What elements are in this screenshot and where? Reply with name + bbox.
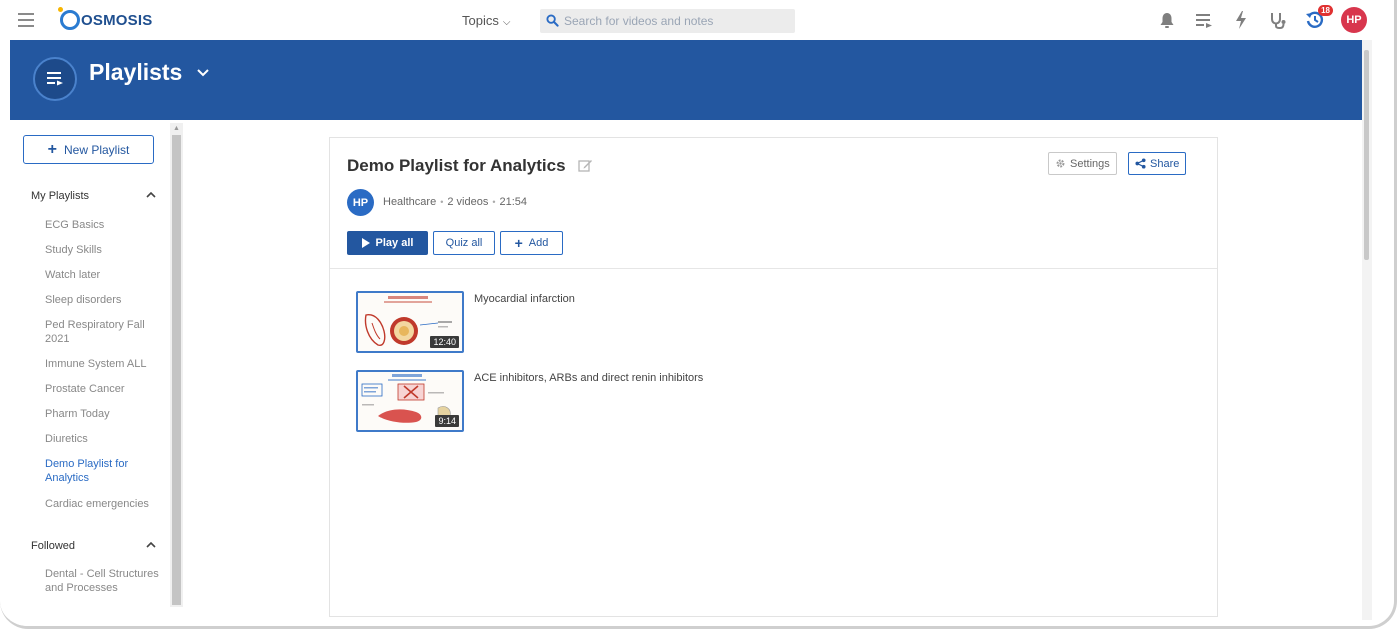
user-avatar[interactable]: HP	[1341, 7, 1367, 33]
quiz-all-label: Quiz all	[445, 237, 483, 249]
followed-header[interactable]: Followed	[31, 540, 156, 552]
add-label: Add	[528, 237, 549, 249]
video-title[interactable]: ACE inhibitors, ARBs and direct renin in…	[474, 372, 703, 384]
play-icon	[361, 238, 370, 248]
sidebar-item-watch-later[interactable]: Watch later	[45, 268, 165, 282]
logo-mark-icon	[58, 7, 80, 30]
sidebar-item-immune-system[interactable]: Immune System ALL	[45, 357, 165, 371]
sidebar-item-dental-cell[interactable]: Dental - Cell Structures and Processes	[45, 567, 165, 595]
app-window: OSMOSIS Topics⌵ 1	[0, 0, 1397, 629]
top-icon-group: 18 HP	[1142, 5, 1367, 33]
share-button[interactable]: Share	[1128, 152, 1187, 175]
sidebar-item-ped-respiratory[interactable]: Ped Respiratory Fall 2021	[45, 318, 165, 346]
sidebar-item-demo-playlist[interactable]: Demo Playlist for Analytics	[45, 457, 165, 485]
play-all-button[interactable]: Play all	[347, 231, 428, 255]
chevron-down-icon[interactable]	[197, 64, 209, 80]
gear-icon	[1055, 158, 1066, 169]
divider	[330, 268, 1217, 269]
followed-heading: Followed	[31, 540, 76, 552]
search-icon	[546, 14, 560, 28]
lightning-icon[interactable]	[1229, 8, 1253, 32]
history-badge: 18	[1318, 5, 1333, 16]
playlist-queue-icon[interactable]	[1192, 8, 1216, 32]
topics-dropdown[interactable]: Topics ⌵	[462, 13, 510, 28]
my-playlists-heading: My Playlists	[31, 190, 90, 202]
page-scroll-thumb[interactable]	[1364, 50, 1369, 260]
history-icon[interactable]: 18	[1303, 5, 1333, 32]
playlist-card: Demo Playlist for Analytics Settings Sha…	[329, 137, 1218, 617]
plus-icon: +	[514, 235, 523, 251]
page-title: Playlists	[89, 59, 183, 85]
add-button[interactable]: + Add	[500, 231, 563, 255]
sidebar-item-sleep-disorders[interactable]: Sleep disorders	[45, 293, 165, 307]
quiz-all-button[interactable]: Quiz all	[433, 231, 495, 255]
logo-text: OSMOSIS	[81, 11, 153, 29]
search-input[interactable]	[564, 14, 784, 28]
osmosis-logo[interactable]: OSMOSIS	[58, 7, 153, 31]
duration-badge: 12:40	[430, 336, 459, 348]
total-duration: 21:54	[499, 196, 528, 208]
topics-label: Topics	[462, 13, 499, 28]
edit-icon[interactable]	[578, 158, 594, 174]
share-icon	[1135, 158, 1146, 169]
my-playlists-header[interactable]: My Playlists	[31, 190, 156, 202]
playlist-meta: Healthcare • 2 videos • 21:54	[383, 196, 527, 208]
video-thumbnail-ace-inhibitors[interactable]: 9:14	[356, 370, 464, 432]
sidebar-scroll-thumb[interactable]	[172, 135, 181, 605]
video-title[interactable]: Myocardial infarction	[474, 293, 575, 305]
new-playlist-label: New Playlist	[63, 142, 130, 157]
playlist-sidebar: + New Playlist My Playlists ECG Basics S…	[10, 120, 183, 626]
play-all-label: Play all	[375, 237, 414, 249]
sidebar-item-pharm-today[interactable]: Pharm Today	[45, 407, 165, 421]
playlist-icon	[33, 57, 77, 101]
share-label: Share	[1150, 157, 1180, 170]
scroll-up-icon[interactable]: ▲	[173, 125, 180, 132]
new-playlist-button[interactable]: + New Playlist	[23, 135, 154, 164]
chevron-up-icon	[146, 539, 156, 551]
chevron-up-icon	[146, 189, 156, 201]
separator-dot: •	[440, 197, 444, 207]
chevron-down-icon: ⌵	[502, 17, 511, 28]
plus-icon: +	[47, 140, 57, 158]
playlist-title: Demo Playlist for Analytics	[347, 156, 566, 175]
notifications-bell-icon[interactable]	[1155, 8, 1179, 32]
video-count: 2 videos	[447, 196, 489, 208]
top-navbar: OSMOSIS Topics⌵ 1	[0, 0, 1394, 40]
sidebar-item-study-skills[interactable]: Study Skills	[45, 243, 165, 257]
owner-name: Healthcare	[383, 196, 437, 208]
sidebar-item-diuretics[interactable]: Diuretics	[45, 432, 165, 446]
page-scrollbar[interactable]	[1362, 40, 1372, 620]
settings-label: Settings	[1070, 157, 1110, 170]
sidebar-item-cardiac-emergencies[interactable]: Cardiac emergencies	[45, 497, 165, 511]
owner-avatar[interactable]: HP	[347, 189, 374, 216]
stethoscope-icon[interactable]	[1266, 8, 1290, 32]
sidebar-item-ecg-basics[interactable]: ECG Basics	[45, 218, 165, 232]
page-banner: Playlists	[10, 40, 1362, 120]
search-bar[interactable]	[540, 9, 795, 33]
sidebar-item-prostate-cancer[interactable]: Prostate Cancer	[45, 382, 165, 396]
duration-badge: 9:14	[435, 415, 459, 427]
settings-button[interactable]: Settings	[1048, 152, 1117, 175]
separator-dot: •	[492, 197, 496, 207]
video-thumbnail-myocardial-infarction[interactable]: 12:40	[356, 291, 464, 353]
sidebar-scrollbar[interactable]: ▲	[170, 123, 183, 607]
hamburger-menu-icon[interactable]	[18, 13, 34, 27]
